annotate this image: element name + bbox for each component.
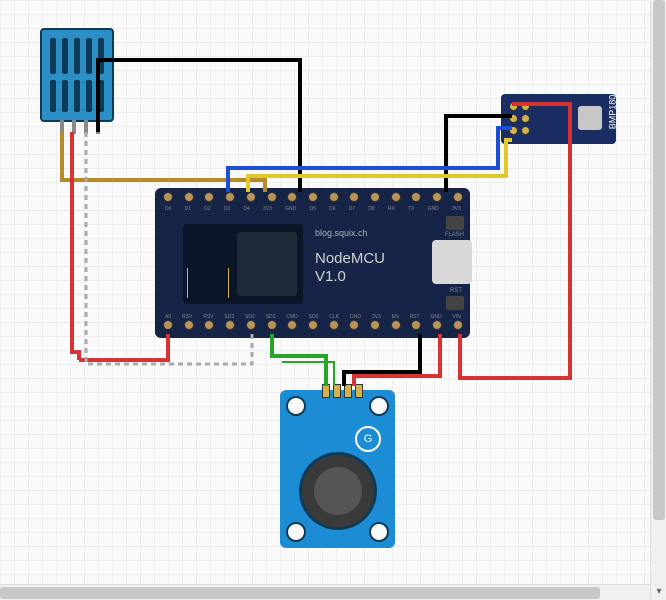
nodemcu-pin-labels-top: D0D1D2D3D43V3GNDD5D6D7D8RXTXGND3V3	[165, 206, 461, 212]
usb-port-icon	[432, 240, 472, 284]
bmp-pin-scl	[509, 126, 518, 135]
nodemcu-pins-top	[163, 192, 463, 206]
mq-sensor-cap-icon	[299, 452, 377, 530]
wire-bmp-sda	[248, 140, 512, 192]
dht11-pin-1	[60, 120, 64, 134]
wire-bmp-vcc	[460, 104, 570, 378]
mq-gas-sensor[interactable]: G	[280, 390, 395, 548]
nodemcu-pins-bottom	[163, 320, 463, 334]
wire-bmp-scl	[228, 128, 512, 192]
scrollbar-thumb-h[interactable]	[0, 587, 600, 599]
bmp180-sensor[interactable]: BMP180	[501, 94, 616, 144]
nodemcu-board[interactable]: D0D1D2D3D43V3GNDD5D6D7D8RXTXGND3V3 A0RSV…	[155, 188, 470, 338]
gravity-logo-icon: G	[355, 426, 381, 452]
dht11-pin-2	[72, 120, 76, 134]
board-name: NodeMCU	[315, 250, 385, 267]
nodemcu-pin-labels-bottom: A0RSVRSVSD3SD2SD1CMDSD0CLKGND3V3ENRSTGND…	[165, 314, 461, 320]
flash-button-label: FLASH	[445, 232, 464, 238]
bmp-pin-vin	[509, 102, 518, 111]
wire-mq-vcc	[354, 334, 440, 386]
dht11-pin-3	[84, 120, 88, 134]
rst-button[interactable]	[446, 296, 464, 310]
scrollbar-thumb-v[interactable]	[653, 0, 665, 520]
mq-pins	[322, 384, 363, 398]
bmp-label: BMP180	[608, 95, 618, 130]
dht11-pin-4	[96, 120, 100, 134]
antenna-icon	[187, 268, 229, 298]
esp8266-chip	[183, 224, 303, 304]
rst-button-label: RST	[450, 288, 462, 294]
wire-mq-gnd	[344, 334, 420, 386]
dht11-sensor[interactable]	[40, 28, 114, 122]
wire-dht-data	[72, 132, 79, 360]
bmp-pin-gnd	[509, 114, 518, 123]
wire-dht-gnd	[98, 60, 300, 192]
wire-dht-vcc	[62, 132, 265, 192]
board-url: blog.squix.ch	[315, 228, 368, 238]
scroll-down-icon[interactable]: ▾	[651, 584, 666, 600]
breadboard-canvas[interactable]: BMP180 D0D1D2D3D43V3GNDD5D6D7D8RXTXGND3V…	[0, 0, 666, 600]
flash-button[interactable]	[446, 216, 464, 230]
bmp-chip-icon	[578, 106, 602, 130]
wire-mq-ao	[272, 334, 326, 386]
scrollbar-vertical[interactable]: ▴ ▾	[650, 0, 666, 600]
board-version: V1.0	[315, 268, 346, 285]
bmp-pin-sda	[521, 102, 530, 111]
scrollbar-horizontal[interactable]	[0, 584, 650, 600]
